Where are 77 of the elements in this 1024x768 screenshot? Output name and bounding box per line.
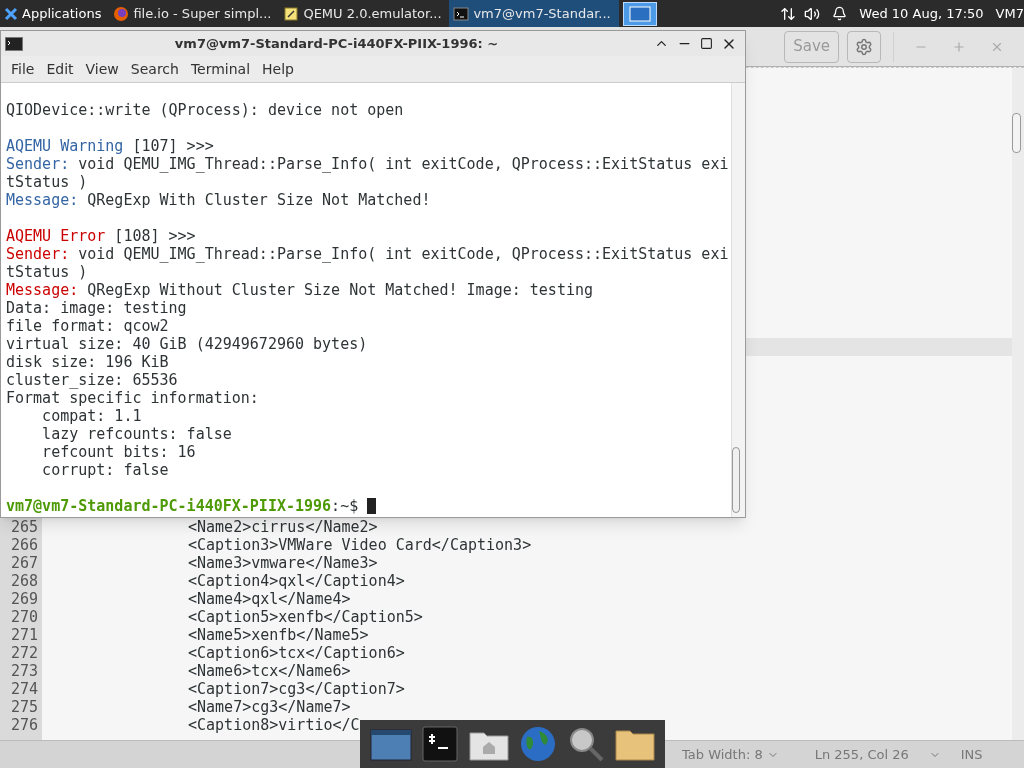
code-line: <Name7>cg3</Name7>	[187, 698, 352, 716]
line-number: 265	[9, 518, 39, 536]
text-cursor	[367, 498, 377, 514]
terminal-line: AQEMU Warning [107] >>>	[6, 137, 215, 155]
taskbar-item[interactable]: QEMU 2.0.emulator...	[279, 0, 450, 27]
code-line: <Caption3>VMWare Video Card</Caption3>	[187, 536, 533, 554]
terminal-line: tStatus )	[6, 173, 89, 191]
code-line: <Caption7>cg3</Caption7>	[187, 680, 406, 698]
line-number: 273	[9, 662, 39, 680]
code-line: <Caption8>virtio</C	[187, 716, 361, 734]
line-number: 276	[9, 716, 39, 734]
menu-item[interactable]: Help	[256, 58, 300, 80]
terminal-line: Data: image: testing	[6, 299, 188, 317]
insert-mode: INS	[960, 745, 983, 764]
line-number: 271	[9, 626, 39, 644]
taskbar-item[interactable]: vm7@vm7-Standar...	[449, 0, 620, 27]
terminal-line: corrupt: false	[41, 461, 170, 479]
terminal-icon[interactable]	[422, 726, 459, 762]
terminal-icon	[5, 36, 23, 51]
terminal-line: QIODevice::write (QProcess): device not open	[6, 101, 405, 119]
terminal-line: refcount bits: 16	[41, 443, 197, 461]
line-number: 269	[9, 590, 39, 608]
terminal-line: disk size: 196 KiB	[6, 353, 170, 371]
line-number: 266	[9, 536, 39, 554]
folder-icon[interactable]	[614, 727, 657, 761]
terminal-line: AQEMU Error [108] >>>	[6, 227, 197, 245]
user-name[interactable]: VM7	[995, 3, 1024, 24]
x-logo-icon	[4, 6, 18, 21]
code-line: <Caption4>qxl</Caption4>	[187, 572, 406, 590]
scrollbar-thumb[interactable]	[732, 447, 740, 513]
terminal-line: lazy refcounts: false	[41, 425, 233, 443]
line-number: 268	[9, 572, 39, 590]
menu-item[interactable]: File	[5, 58, 41, 80]
code-line: <Name2>cirrus</Name2>	[187, 518, 379, 536]
code-line: <Name5>xenfb</Name5>	[187, 626, 370, 644]
terminal-line: Sender: void QEMU_IMG_Thread::Parse_Info( int exitCode, QProcess::ExitStatus exi	[6, 155, 730, 173]
terminal-line: Message: QRegExp With Cluster Size Not Matched!	[6, 191, 432, 209]
monitor-icon	[629, 5, 652, 22]
terminal-line: compat: 1.1	[41, 407, 143, 425]
menu-item[interactable]: View	[79, 58, 125, 80]
bell-icon[interactable]	[832, 6, 848, 21]
line-number: 267	[9, 554, 39, 572]
menu-item[interactable]: Edit	[40, 58, 80, 80]
maximize-icon[interactable]	[700, 37, 713, 50]
code-line: <Name3>vmware</Name3>	[187, 554, 379, 572]
terminal-icon	[453, 5, 470, 22]
line-number: 270	[9, 608, 39, 626]
clock[interactable]: Wed 10 Aug, 17:50	[859, 3, 984, 24]
prompt: vm7@vm7-Standard-PC-i440FX-PIIX-1996:~$	[6, 497, 360, 515]
line-number: 274	[9, 680, 39, 698]
terminal-line: virtual size: 40 GiB (42949672960 bytes)	[6, 335, 369, 353]
terminal-line: cluster_size: 65536	[6, 371, 179, 389]
line-number: 275	[9, 698, 39, 716]
terminal-line: Format specific information:	[6, 389, 260, 407]
show-desktop-button[interactable]	[623, 1, 658, 26]
menu-item[interactable]: Search	[124, 58, 185, 80]
code-line: <Caption6>tcx</Caption6>	[187, 644, 406, 662]
menu-item[interactable]: Terminal	[184, 58, 257, 80]
window-icon[interactable]	[368, 726, 413, 762]
network-icon[interactable]	[780, 5, 797, 22]
cursor-position: Ln 255, Col 26	[814, 745, 909, 764]
volume-icon[interactable]	[804, 5, 821, 22]
settings-icon	[855, 37, 873, 56]
settings-button[interactable]	[847, 30, 881, 63]
terminal-line: file format: qcow2	[6, 317, 170, 335]
applications-menu[interactable]: Applications	[0, 0, 106, 27]
terminal-line: Message: QRegExp Without Cluster Size Not Matched! Image: testing	[6, 281, 594, 299]
notepad-icon	[283, 5, 300, 22]
terminal-line: tStatus )	[6, 263, 89, 281]
terminal-line: Sender: void QEMU_IMG_Thread::Parse_Info( int exitCode, QProcess::ExitStatus exi	[6, 245, 730, 263]
scrollbar-thumb[interactable]	[1012, 113, 1021, 153]
code-line: <Name6>tcx</Name6>	[187, 662, 352, 680]
code-line: <Caption5>xenfb</Caption5>	[187, 608, 424, 626]
taskbar-item[interactable]: file.io - Super simpl...	[109, 0, 280, 27]
line-number: 272	[9, 644, 39, 662]
code-line: <Name4>qxl</Name4>	[187, 590, 352, 608]
window-title: vm7@vm7-Standard-PC-i440FX-PIIX-1996: ~	[173, 34, 500, 53]
